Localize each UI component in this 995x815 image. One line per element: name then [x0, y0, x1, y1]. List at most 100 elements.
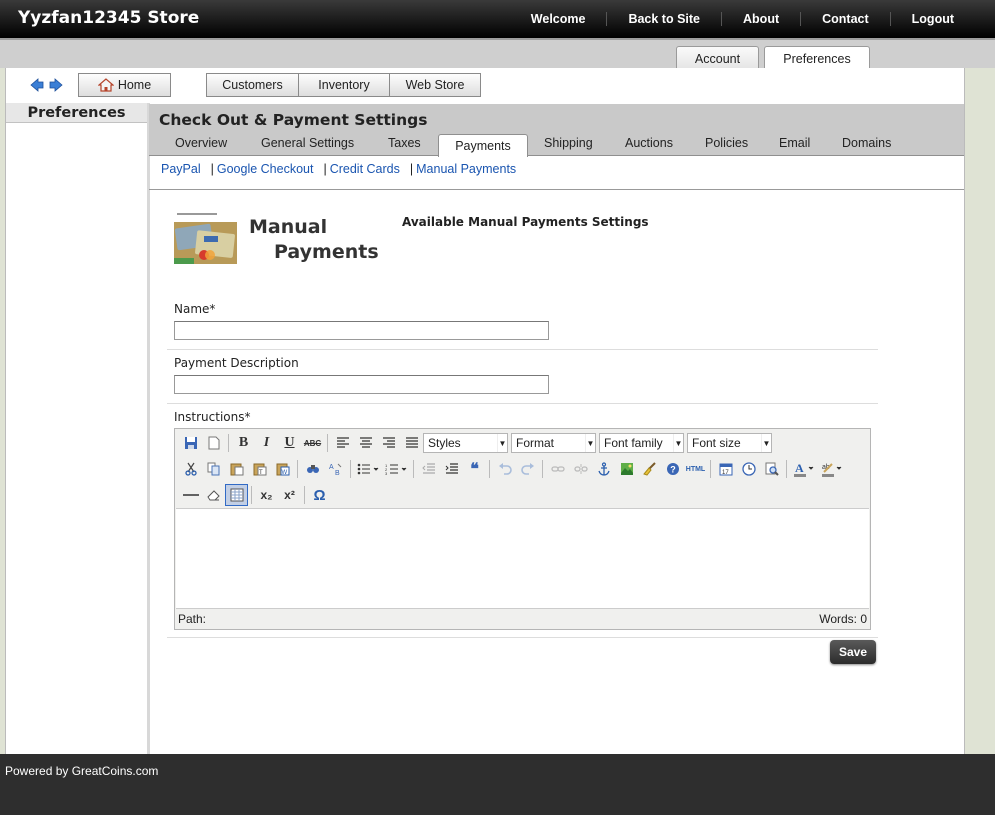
- copy-icon[interactable]: [202, 458, 225, 480]
- superscript-icon[interactable]: x²: [278, 484, 301, 506]
- toolbar-separator: [542, 460, 543, 478]
- name-field[interactable]: [174, 321, 549, 340]
- tab-shipping[interactable]: Shipping: [544, 136, 593, 150]
- tab-taxes[interactable]: Taxes: [388, 136, 421, 150]
- inventory-button[interactable]: Inventory: [298, 74, 389, 96]
- toolbar-separator: [350, 460, 351, 478]
- link-manual-payments[interactable]: Manual Payments: [416, 162, 516, 176]
- image-icon[interactable]: [615, 458, 638, 480]
- description-label: Payment Description: [174, 356, 299, 370]
- underline-icon[interactable]: U: [278, 432, 301, 454]
- editor-toolbar-row-3: x₂ x² Ω: [179, 484, 331, 506]
- link-google-checkout[interactable]: Google Checkout: [217, 162, 314, 176]
- page-title: Check Out & Payment Settings: [159, 111, 428, 129]
- format-dropdown[interactable]: Format ▼: [511, 433, 596, 453]
- editor-path: Path:: [178, 612, 207, 626]
- insert-time-icon[interactable]: [737, 458, 760, 480]
- redo-icon[interactable]: [516, 458, 539, 480]
- highlight-color-icon[interactable]: ab: [818, 458, 846, 480]
- home-button[interactable]: Home: [78, 73, 171, 97]
- cleanup-icon[interactable]: [638, 458, 661, 480]
- store-title: Yyzfan12345 Store: [18, 8, 200, 28]
- svg-text:A: A: [329, 464, 334, 471]
- svg-text:?: ?: [670, 465, 676, 475]
- bold-icon[interactable]: B: [232, 432, 255, 454]
- bullet-list-icon[interactable]: [354, 458, 382, 480]
- indent-icon[interactable]: [440, 458, 463, 480]
- forward-arrow-icon[interactable]: [49, 78, 63, 92]
- tab-email[interactable]: Email: [779, 136, 810, 150]
- nav-welcome[interactable]: Welcome: [510, 12, 607, 26]
- tab-domains[interactable]: Domains: [842, 136, 891, 150]
- instructions-editor: B I U ABC Styles ▼ Format ▼ Font family ▼ F…: [174, 428, 871, 630]
- outdent-icon[interactable]: [417, 458, 440, 480]
- styles-dropdown[interactable]: Styles ▼: [423, 433, 508, 453]
- preview-icon[interactable]: [760, 458, 783, 480]
- cut-icon[interactable]: [179, 458, 202, 480]
- nav-contact[interactable]: Contact: [800, 12, 890, 26]
- horizontal-rule-icon[interactable]: [179, 484, 202, 506]
- field-separator: [167, 403, 878, 404]
- payment-sublinks: PayPal | Google Checkout | Credit Cards | Manu…: [161, 162, 517, 176]
- nav-back-to-site[interactable]: Back to Site: [606, 12, 721, 26]
- manual-payments-title-line1: Manual: [249, 216, 328, 238]
- align-right-icon[interactable]: [377, 432, 400, 454]
- link-paypal[interactable]: PayPal: [161, 162, 201, 176]
- svg-text:A: A: [795, 461, 804, 475]
- toolbar-separator: [297, 460, 298, 478]
- back-arrow-icon[interactable]: [30, 78, 44, 92]
- align-left-icon[interactable]: [331, 432, 354, 454]
- help-icon[interactable]: ?: [661, 458, 684, 480]
- align-center-icon[interactable]: [354, 432, 377, 454]
- top-nav: Welcome Back to Site About Contact Logou…: [510, 0, 995, 38]
- tab-overview[interactable]: Overview: [175, 136, 227, 150]
- styles-value: Styles: [428, 436, 461, 450]
- tab-policies[interactable]: Policies: [705, 136, 748, 150]
- description-field[interactable]: [174, 375, 549, 394]
- blockquote-icon[interactable]: ❝: [463, 458, 486, 480]
- paste-word-icon[interactable]: W: [271, 458, 294, 480]
- save-button[interactable]: Save: [830, 640, 876, 664]
- find-icon[interactable]: [301, 458, 324, 480]
- unlink-icon[interactable]: [569, 458, 592, 480]
- main-nav-group: Customers Inventory Web Store: [206, 73, 481, 97]
- new-document-icon[interactable]: [202, 432, 225, 454]
- chevron-down-icon: ▼: [497, 434, 507, 452]
- undo-icon[interactable]: [493, 458, 516, 480]
- credit-cards-image: [174, 212, 237, 264]
- toolbar-separator: [228, 434, 229, 452]
- anchor-icon[interactable]: [592, 458, 615, 480]
- save-icon[interactable]: [179, 432, 202, 454]
- paste-text-icon[interactable]: T: [248, 458, 271, 480]
- visual-aid-icon[interactable]: [225, 484, 248, 506]
- tab-account[interactable]: Account: [676, 46, 759, 70]
- italic-icon[interactable]: I: [255, 432, 278, 454]
- insert-date-icon[interactable]: 17: [714, 458, 737, 480]
- footer: Powered by GreatCoins.com: [0, 754, 995, 815]
- remove-format-icon[interactable]: [202, 484, 225, 506]
- instructions-label: Instructions*: [174, 410, 251, 424]
- tab-general-settings[interactable]: General Settings: [261, 136, 354, 150]
- tab-payments[interactable]: Payments: [438, 134, 528, 157]
- paste-icon[interactable]: [225, 458, 248, 480]
- powered-by-text: Powered by GreatCoins.com: [5, 764, 159, 778]
- customers-button[interactable]: Customers: [207, 74, 298, 96]
- tab-auctions[interactable]: Auctions: [625, 136, 673, 150]
- font-family-dropdown[interactable]: Font family ▼: [599, 433, 684, 453]
- link-credit-cards[interactable]: Credit Cards: [330, 162, 400, 176]
- web-store-button[interactable]: Web Store: [389, 74, 480, 96]
- nav-logout[interactable]: Logout: [889, 12, 995, 26]
- numbered-list-icon[interactable]: 123: [382, 458, 410, 480]
- svg-text:T: T: [259, 470, 263, 476]
- align-justify-icon[interactable]: [400, 432, 423, 454]
- special-char-icon[interactable]: Ω: [308, 484, 331, 506]
- subscript-icon[interactable]: x₂: [255, 484, 278, 506]
- replace-icon[interactable]: AB: [324, 458, 347, 480]
- strikethrough-icon[interactable]: ABC: [301, 432, 324, 454]
- html-icon[interactable]: HTML: [684, 458, 707, 480]
- nav-about[interactable]: About: [721, 12, 800, 26]
- text-color-icon[interactable]: A: [790, 458, 818, 480]
- font-size-dropdown[interactable]: Font size ▼: [687, 433, 772, 453]
- link-icon[interactable]: [546, 458, 569, 480]
- editor-content-area[interactable]: [176, 508, 869, 609]
